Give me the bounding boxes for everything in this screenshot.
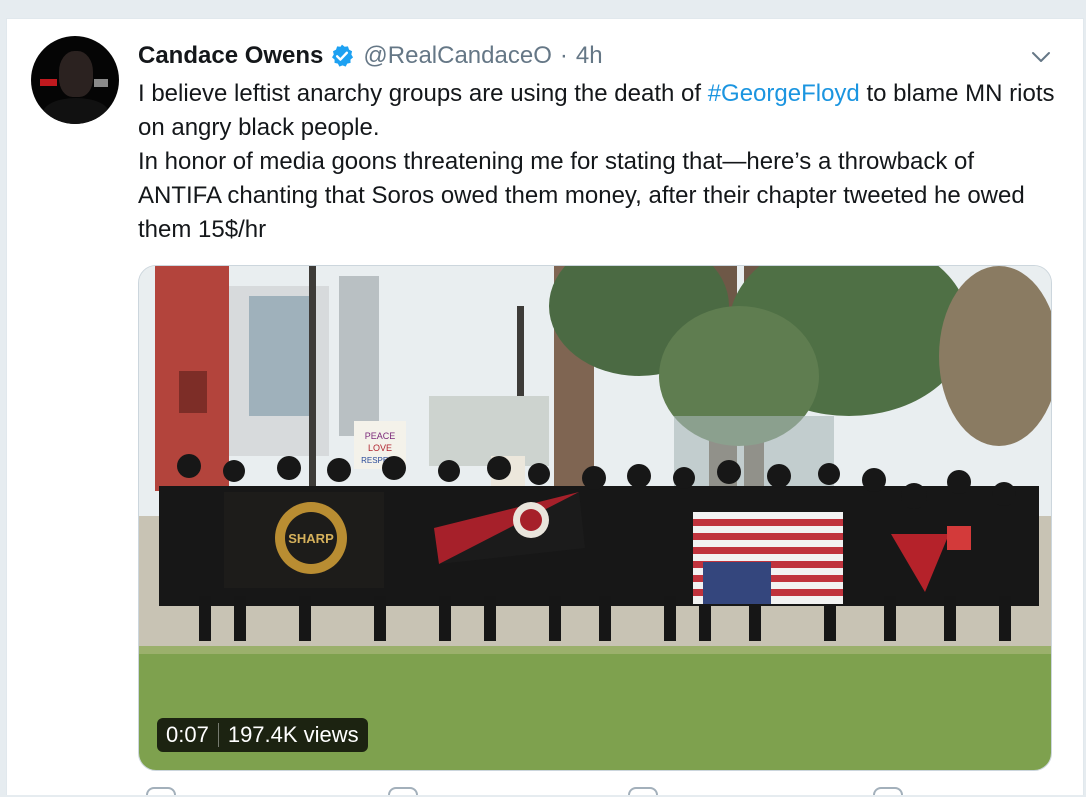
flag-text: SHARP bbox=[288, 531, 334, 546]
hashtag-link[interactable]: #GeorgeFloyd bbox=[708, 80, 860, 107]
video-views: 197.4K views bbox=[227, 722, 359, 747]
sign-word-1: PEACE bbox=[365, 431, 396, 441]
avatar[interactable] bbox=[31, 36, 119, 124]
tweet-timestamp[interactable]: 4h bbox=[576, 42, 603, 70]
reply-icon[interactable] bbox=[146, 787, 176, 795]
video-player[interactable]: PEACE LOVE RESPECT SHARP 0:07 197.4K vie… bbox=[138, 265, 1052, 771]
video-thumbnail: PEACE LOVE RESPECT SHARP bbox=[139, 266, 1051, 770]
tweet-header: Candace Owens @RealCandaceO · 4h bbox=[138, 41, 603, 71]
avatar-shoulders bbox=[43, 98, 109, 124]
tweet-text: I believe leftist anarchy groups are usi… bbox=[138, 77, 1058, 247]
avatar-face bbox=[59, 51, 93, 97]
share-icon[interactable] bbox=[873, 787, 903, 795]
tweet-paragraph-1: I believe leftist anarchy groups are usi… bbox=[138, 77, 1058, 145]
avatar-badge-left bbox=[40, 79, 57, 86]
chevron-down-icon[interactable] bbox=[1029, 45, 1053, 69]
like-icon[interactable] bbox=[628, 787, 658, 795]
video-duration: 0:07 bbox=[166, 722, 209, 747]
tweet-card[interactable]: Candace Owens @RealCandaceO · 4h I belie… bbox=[6, 18, 1084, 795]
separator-dot: · bbox=[559, 42, 568, 69]
tweet-paragraph-2: In honor of media goons threatening me f… bbox=[138, 148, 1025, 243]
retweet-icon[interactable] bbox=[388, 787, 418, 795]
author-name[interactable]: Candace Owens bbox=[138, 42, 323, 70]
video-info-label: 0:07 197.4K views bbox=[157, 718, 368, 752]
verified-badge-icon bbox=[332, 44, 354, 67]
author-handle[interactable]: @RealCandaceO bbox=[363, 42, 551, 70]
tweet-text-part-1: I believe leftist anarchy groups are usi… bbox=[138, 80, 708, 107]
avatar-badge-right bbox=[94, 79, 108, 87]
sign-word-2: LOVE bbox=[368, 443, 392, 453]
